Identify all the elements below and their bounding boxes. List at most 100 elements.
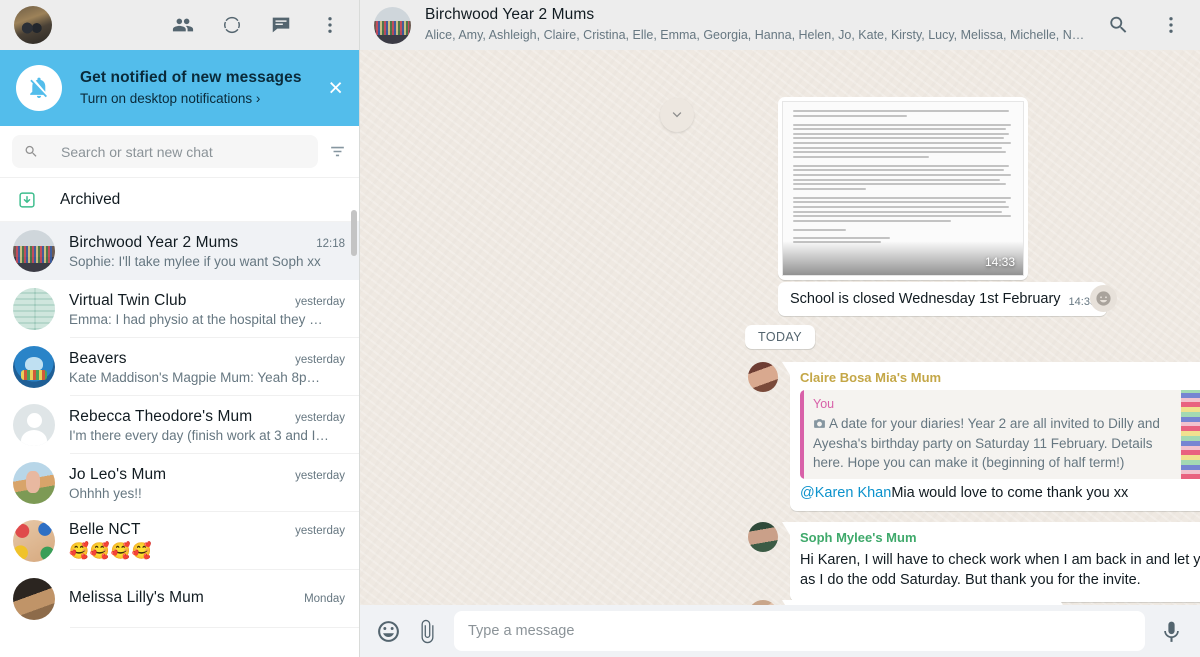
chat-list-item[interactable]: Rebecca Theodore's Mum yesterday I'm the… xyxy=(0,396,359,454)
chat-item-body: Birchwood Year 2 Mums 12:18 Sophie: I'll… xyxy=(69,234,359,269)
chat-time: yesterday xyxy=(295,295,345,308)
menu-icon[interactable] xyxy=(1160,14,1182,36)
message-area[interactable]: 14:33 School is closed Wednesday 1st Feb… xyxy=(360,50,1200,605)
document-image-message[interactable]: 14:33 xyxy=(778,97,1028,280)
chat-list-item[interactable]: Birchwood Year 2 Mums 12:18 Sophie: I'll… xyxy=(0,222,359,280)
avatar xyxy=(13,346,55,388)
new-chat-icon[interactable] xyxy=(270,14,292,36)
chat-name: Birchwood Year 2 Mums xyxy=(69,233,239,251)
message-bubble[interactable]: Soph Mylee's Mum Hi Karen, I will have t… xyxy=(790,522,1200,602)
avatar[interactable] xyxy=(748,362,778,392)
sidebar-header-icons xyxy=(172,14,345,36)
search-row xyxy=(0,126,359,178)
menu-icon[interactable] xyxy=(319,14,341,36)
quoted-message[interactable]: You A date for your diaries! Year 2 are … xyxy=(800,389,1200,479)
conversation-panel: Birchwood Year 2 Mums Alice, Amy, Ashlei… xyxy=(360,0,1200,657)
chat-preview: Emma: I had physio at the hospital they … xyxy=(69,311,323,327)
search-icon xyxy=(25,145,37,157)
avatar xyxy=(13,578,55,620)
user-profile-avatar[interactable] xyxy=(14,6,52,44)
message-sender: Soph Mylee's Mum xyxy=(800,530,917,545)
chat-preview: 🥰🥰🥰🥰 xyxy=(69,543,153,560)
archived-row[interactable]: Archived xyxy=(0,178,359,222)
conversation-title: Birchwood Year 2 Mums xyxy=(425,6,595,24)
chat-time: 12:18 xyxy=(316,237,345,250)
status-icon[interactable] xyxy=(221,14,243,36)
party-invite-thumbnail xyxy=(1181,389,1200,479)
chat-preview: Sophie: I'll take mylee if you want Soph… xyxy=(69,253,321,269)
message-text-wrap: @Karen KhanMia would love to come thank … xyxy=(800,483,1200,504)
document-paragraph xyxy=(793,196,1013,222)
conversation-header-text[interactable]: Birchwood Year 2 Mums Alice, Amy, Ashlei… xyxy=(425,5,1094,44)
community-icon[interactable] xyxy=(172,14,194,36)
sidebar-scrollbar[interactable] xyxy=(351,210,357,256)
chat-time: yesterday xyxy=(295,525,345,537)
chat-name: Beavers xyxy=(69,349,127,367)
document-paragraph xyxy=(793,164,1013,190)
message-composer xyxy=(360,605,1200,657)
chat-list-item[interactable]: Belle NCT yesterday 🥰🥰🥰🥰 xyxy=(0,512,359,570)
avatar xyxy=(13,230,55,272)
chat-item-body: Virtual Twin Club yesterday Emma: I had … xyxy=(69,292,359,327)
desktop-notification-banner[interactable]: Get notified of new messages Turn on des… xyxy=(0,50,359,126)
emoji-icon[interactable] xyxy=(376,619,401,644)
emoji-reaction-icon[interactable] xyxy=(1090,285,1117,312)
chevron-down-icon[interactable] xyxy=(660,98,694,132)
whatsapp-web-app: Get notified of new messages Turn on des… xyxy=(0,0,1200,657)
chat-item-body: Beavers yesterday Kate Maddison's Magpie… xyxy=(69,350,359,385)
chat-item-body: Jo Leo's Mum yesterday Ohhhh yes!! xyxy=(69,466,359,501)
caption-message-bubble[interactable]: School is closed Wednesday 1st February … xyxy=(778,282,1108,317)
chat-time: yesterday xyxy=(295,353,345,366)
chat-preview: I'm there every day (finish work at 3 an… xyxy=(69,427,329,443)
chat-item-body: Rebecca Theodore's Mum yesterday I'm the… xyxy=(69,408,359,443)
participant-list: Alice, Amy, Ashleigh, Claire, Cristina, … xyxy=(425,28,1085,43)
message-text: School is closed Wednesday 1st February xyxy=(790,291,1061,307)
avatar xyxy=(13,288,55,330)
chat-name: Belle NCT xyxy=(69,521,141,538)
notification-text: Get notified of new messages Turn on des… xyxy=(80,68,326,109)
archived-label: Archived xyxy=(60,190,121,208)
quote-text-wrap: A date for your diaries! Year 2 are all … xyxy=(813,414,1173,473)
paperclip-icon[interactable] xyxy=(415,619,440,644)
avatar[interactable] xyxy=(748,600,778,605)
conversation-header-icons xyxy=(1108,14,1182,36)
search-icon[interactable] xyxy=(1108,14,1130,36)
sidebar-header xyxy=(0,0,359,50)
chat-item-body: Melissa Lilly's Mum Monday xyxy=(69,589,359,609)
mention[interactable]: @Karen Khan xyxy=(800,485,891,501)
avatar[interactable] xyxy=(748,522,778,552)
chat-name: Melissa Lilly's Mum xyxy=(69,589,204,606)
chat-name: Virtual Twin Club xyxy=(69,291,187,309)
message-row: Sophie Ella-Mae's Mum I'll take mylee if… xyxy=(748,600,1063,605)
document-page: 14:33 xyxy=(782,101,1024,276)
bell-muted-icon xyxy=(16,65,62,111)
chat-list-item[interactable]: Jo Leo's Mum yesterday Ohhhh yes!! xyxy=(0,454,359,512)
search-box[interactable] xyxy=(12,135,318,168)
message-bubble[interactable]: Claire Bosa Mia's Mum You A date for you… xyxy=(790,362,1200,511)
conversation-header: Birchwood Year 2 Mums Alice, Amy, Ashlei… xyxy=(360,0,1200,50)
microphone-icon[interactable] xyxy=(1159,619,1184,644)
avatar xyxy=(13,404,55,446)
chat-list[interactable]: Archived Birchwood Year 2 Mums 12:18 Sop… xyxy=(0,178,359,657)
conversation-avatar[interactable] xyxy=(374,6,411,44)
chat-item-body: Belle NCT yesterday 🥰🥰🥰🥰 xyxy=(69,521,359,561)
search-input[interactable] xyxy=(61,143,306,160)
quote-text: A date for your diaries! Year 2 are all … xyxy=(813,416,1160,471)
chat-list-item[interactable]: Virtual Twin Club yesterday Emma: I had … xyxy=(0,280,359,338)
notification-title: Get notified of new messages xyxy=(80,68,302,86)
sidebar: Get notified of new messages Turn on des… xyxy=(0,0,360,657)
message-sender: Claire Bosa Mia's Mum xyxy=(800,370,942,385)
message-text: Mia would love to come thank you xx xyxy=(891,484,1129,501)
date-divider: TODAY xyxy=(745,325,815,349)
archive-box-icon xyxy=(16,189,38,211)
filter-icon[interactable] xyxy=(328,142,347,161)
message-input[interactable] xyxy=(468,623,1131,639)
message-input-wrap[interactable] xyxy=(454,611,1145,651)
chat-name: Jo Leo's Mum xyxy=(69,465,167,483)
notification-subtitle: Turn on desktop notifications › xyxy=(80,90,261,106)
chat-list-item[interactable]: Melissa Lilly's Mum Monday xyxy=(0,570,359,628)
chat-list-item[interactable]: Beavers yesterday Kate Maddison's Magpie… xyxy=(0,338,359,396)
document-paragraph xyxy=(793,123,1013,158)
close-icon[interactable]: × xyxy=(326,72,345,105)
message-bubble[interactable]: Sophie Ella-Mae's Mum I'll take mylee if… xyxy=(790,600,1063,605)
